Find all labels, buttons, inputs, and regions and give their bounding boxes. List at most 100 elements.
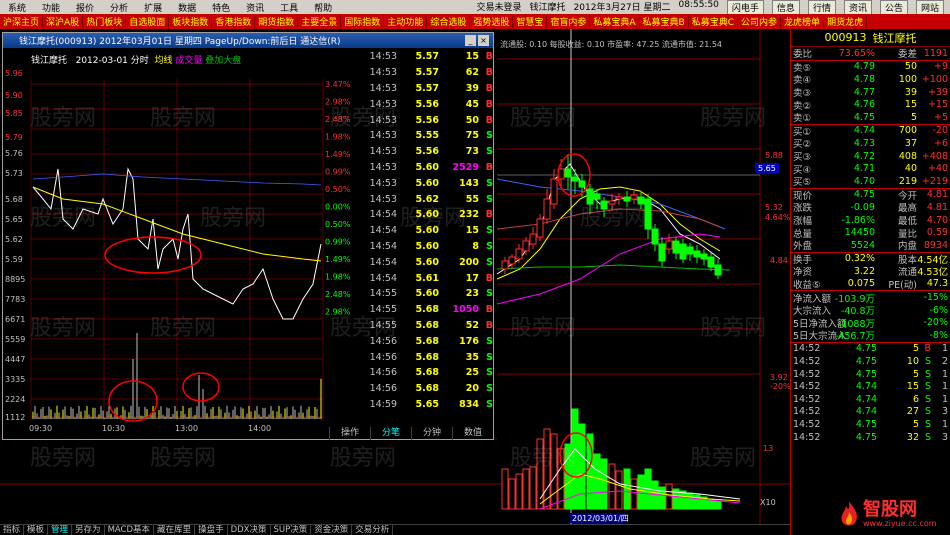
menu-item-help[interactable]: 帮助 [306, 1, 340, 14]
menu-item-system[interactable]: 系统 [0, 1, 34, 14]
nav-item[interactable]: 期货龙虎 [824, 15, 868, 28]
nav-item[interactable]: 主要全景 [298, 15, 342, 28]
tick-count: 1 [941, 393, 948, 405]
intraday-chart[interactable]: 5.96 5.90 5.85 5.79 5.76 5.73 5.68 5.65 5.62 5.59… [3, 49, 363, 441]
nav-item[interactable]: 私募宝典A [590, 15, 640, 28]
trade-price: 5.68 [415, 367, 439, 379]
kline-tick-label: 5.88 [765, 151, 783, 160]
intraday-popup-window[interactable]: 钱江摩托(000913) 2012年03月01日 星期四 PageUp/Down… [2, 32, 494, 440]
nav-item[interactable]: 私募宝典B [640, 15, 689, 28]
trade-row: 14:53 5.56 45 B [363, 96, 495, 112]
bottom-tab[interactable]: 另存为 [72, 525, 105, 535]
trade-time: 14:53 [369, 177, 397, 189]
close-icon[interactable]: × [478, 35, 489, 46]
site-logo: 智股网 www.ziyue.cc.com [838, 494, 950, 535]
trade-price: 5.57 [415, 67, 439, 79]
tick-count: 2 [941, 356, 948, 368]
tick-count: 1 [941, 419, 948, 431]
bottom-tab[interactable]: MACD基本 [105, 525, 155, 535]
info-button[interactable]: 信息 [771, 0, 800, 15]
nav-item[interactable]: 综合选股 [427, 15, 471, 28]
quote-value: PE(动) [888, 279, 917, 291]
nav-item[interactable]: 主动功能 [384, 15, 428, 28]
tab-operation[interactable]: 操作 [329, 427, 370, 440]
quote-row: 卖④ 4.78 100 +100 [791, 73, 950, 87]
menu-item-quote[interactable]: 报价 [68, 1, 102, 14]
menu-item-data[interactable]: 数据 [170, 1, 204, 14]
quote-value: +6 [933, 137, 948, 149]
quote-button[interactable]: 行情 [807, 0, 836, 15]
nav-item[interactable]: 龙虎榜单 [781, 15, 825, 28]
menu-item-extend[interactable]: 扩展 [136, 1, 170, 14]
tab-ticks[interactable]: 分笔 [370, 427, 411, 440]
quote-row: 买⑤ 4.70 219 +219 [791, 175, 950, 189]
nav-item[interactable]: 自选股面 [126, 15, 170, 28]
trade-row: 14:53 5.62 55 S [363, 191, 495, 207]
bottom-tab[interactable]: 模板 [24, 525, 49, 535]
trade-price: 5.56 [415, 146, 439, 158]
menu-item-analysis[interactable]: 分析 [102, 1, 136, 14]
trade-side: S [486, 351, 493, 363]
quote-label: 外盘 [793, 241, 813, 253]
bottom-tab[interactable]: DDX决策 [228, 525, 271, 535]
nav-item[interactable]: 深沪A股 [43, 15, 84, 28]
quote-value: 4.76 [853, 99, 875, 111]
kline-tick-label: 3.92 [770, 373, 788, 382]
trade-volume: 23 [465, 288, 479, 300]
tick-price: 4.75 [855, 419, 877, 431]
nav-item[interactable]: 热门板块 [83, 15, 127, 28]
nav-item[interactable]: 宿盲内参 [547, 15, 591, 28]
menu-item-special[interactable]: 特色 [204, 1, 238, 14]
trade-volume: 17 [465, 272, 479, 284]
trade-price: 5.60 [415, 161, 439, 173]
bottom-tab[interactable]: 指标 [0, 525, 25, 535]
bottom-tab[interactable]: 资金决策 [311, 525, 353, 535]
nav-item[interactable]: 私募宝典C [689, 15, 739, 28]
bottom-tab[interactable]: SUP决策 [271, 525, 312, 535]
menu-item-info[interactable]: 资讯 [238, 1, 272, 14]
trade-time: 14:54 [369, 209, 397, 221]
tick-row: 14:52 4.75 5 S 1 [791, 368, 950, 381]
flash-trade-button[interactable]: 闪电手 [726, 0, 764, 15]
news-button[interactable]: 资讯 [843, 0, 872, 15]
popup-title-bar[interactable]: 钱江摩托(000913) 2012年03月01日 星期四 PageUp/Down… [3, 33, 493, 48]
quote-value: 0.59 [926, 227, 948, 239]
bottom-tab[interactable]: 交易分析 [352, 525, 394, 535]
quote-value: 15 [904, 99, 917, 111]
nav-item[interactable]: 强势选股 [470, 15, 514, 28]
bottom-tab[interactable]: 藏在库里 [154, 525, 196, 535]
trade-side: B [485, 114, 493, 126]
quote-value: 4.78 [853, 73, 875, 85]
nav-item[interactable]: 香港指数 [212, 15, 256, 28]
trade-price: 5.60 [415, 225, 439, 237]
quote-row: 现价 4.75 今开 4.81 [791, 189, 950, 202]
nav-item[interactable]: 期货指数 [255, 15, 299, 28]
stock-name: 钱江摩托 [872, 31, 917, 45]
tab-minute[interactable]: 分钟 [411, 427, 452, 440]
intraday-pct-tick: 0.50% [325, 220, 351, 229]
quote-value: -1.86% [841, 214, 875, 226]
intraday-pct-tick: 2.48% [325, 290, 351, 299]
tick-count: 1 [941, 368, 948, 380]
intraday-price-tick: 4447 [5, 355, 25, 364]
minimize-icon[interactable]: _ [465, 35, 476, 46]
trade-price: 5.57 [415, 51, 439, 63]
bottom-tab[interactable]: 管理 [48, 525, 73, 535]
intraday-price-tick: 5.85 [5, 109, 23, 118]
nav-item[interactable]: 公司内参 [738, 15, 782, 28]
nav-item[interactable]: 沪深主页 [0, 15, 44, 28]
nav-item[interactable]: 国际指数 [341, 15, 385, 28]
logo-title: 智股网 [863, 499, 917, 520]
menu-item-tools[interactable]: 工具 [272, 1, 306, 14]
tab-values[interactable]: 数值 [452, 427, 493, 440]
menu-item-function[interactable]: 功能 [34, 1, 68, 14]
nav-item[interactable]: 板块指数 [169, 15, 213, 28]
trade-time: 14:56 [369, 367, 397, 379]
trade-row: 14:56 5.68 35 S [363, 349, 495, 365]
bottom-tab[interactable]: 操盘手 [195, 525, 228, 535]
website-button[interactable]: 网站 [915, 0, 944, 15]
trade-price: 5.62 [415, 193, 439, 205]
notice-button[interactable]: 公告 [879, 0, 908, 15]
nav-item[interactable]: 智慧宝 [513, 15, 548, 28]
volume-scale-label: X10 [760, 498, 776, 507]
